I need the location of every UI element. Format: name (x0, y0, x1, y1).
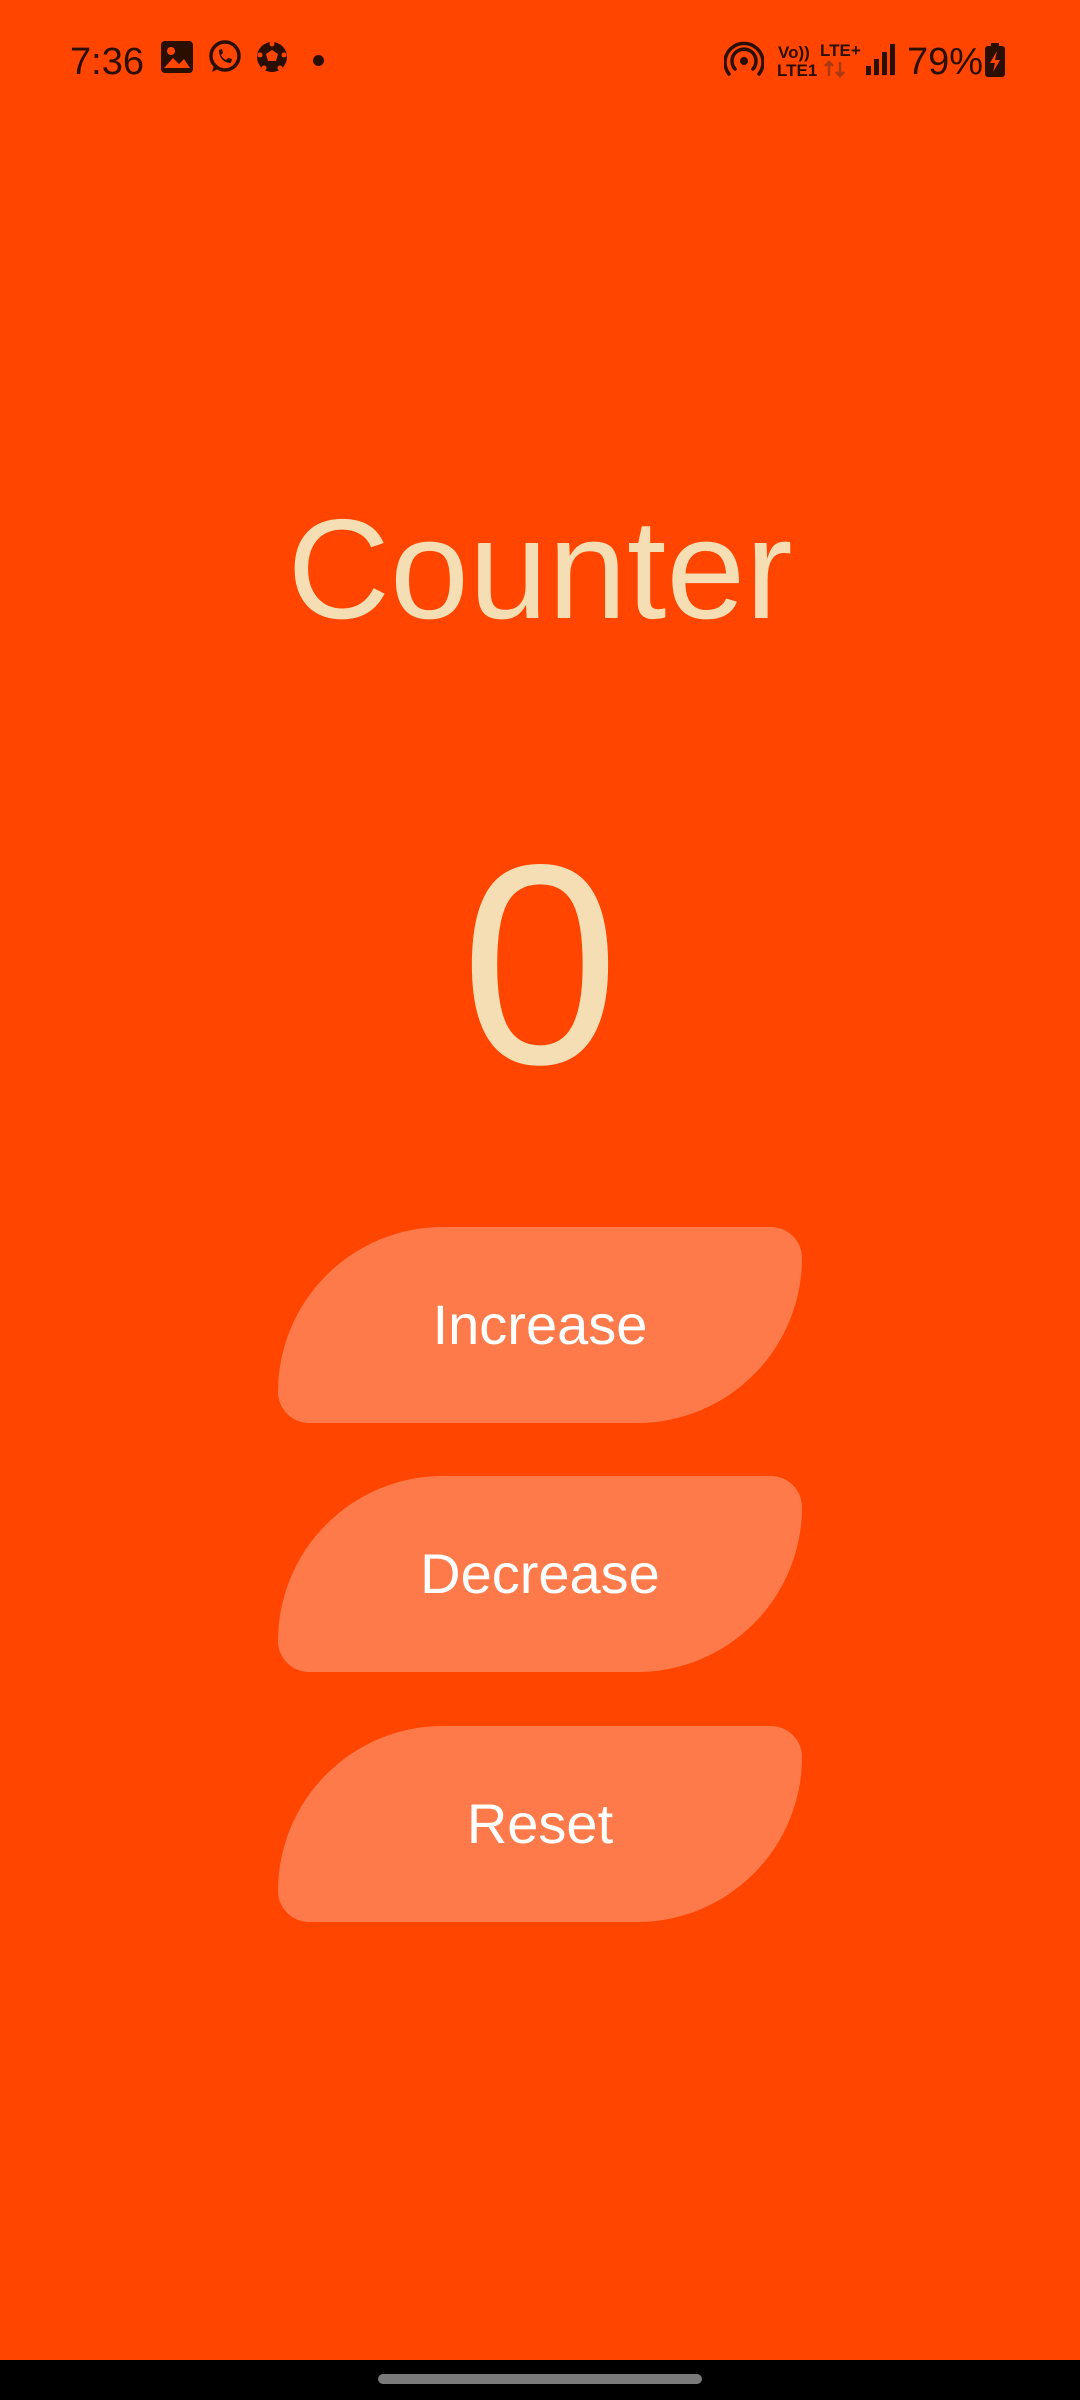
status-time: 7:36 (70, 41, 144, 83)
lte-plus-label: LTE+ (820, 41, 861, 60)
app-title: Counter (287, 490, 793, 649)
home-indicator[interactable] (378, 2374, 702, 2384)
more-notifications-dot (313, 55, 324, 66)
battery-percent: 79% (907, 41, 984, 83)
hotspot-icon (724, 41, 764, 76)
increase-button[interactable]: Increase (278, 1227, 802, 1423)
signal-strength-icon (866, 44, 895, 75)
soccer-ball-icon (257, 41, 287, 72)
reset-button[interactable]: Reset (278, 1726, 802, 1922)
battery-charging-icon (985, 43, 1005, 77)
whatsapp-icon (209, 40, 241, 72)
counter-value: 0 (460, 806, 620, 1124)
data-activity-icon (824, 60, 845, 78)
decrease-button[interactable]: Decrease (278, 1476, 802, 1672)
volte-label: Vo)) (778, 43, 810, 62)
lte1-label: LTE1 (777, 61, 818, 80)
status-bar: 7:36 Vo)) LTE1 LTE+ 79% (0, 0, 1080, 120)
gallery-icon (161, 41, 193, 73)
navigation-bar (0, 2360, 1080, 2400)
